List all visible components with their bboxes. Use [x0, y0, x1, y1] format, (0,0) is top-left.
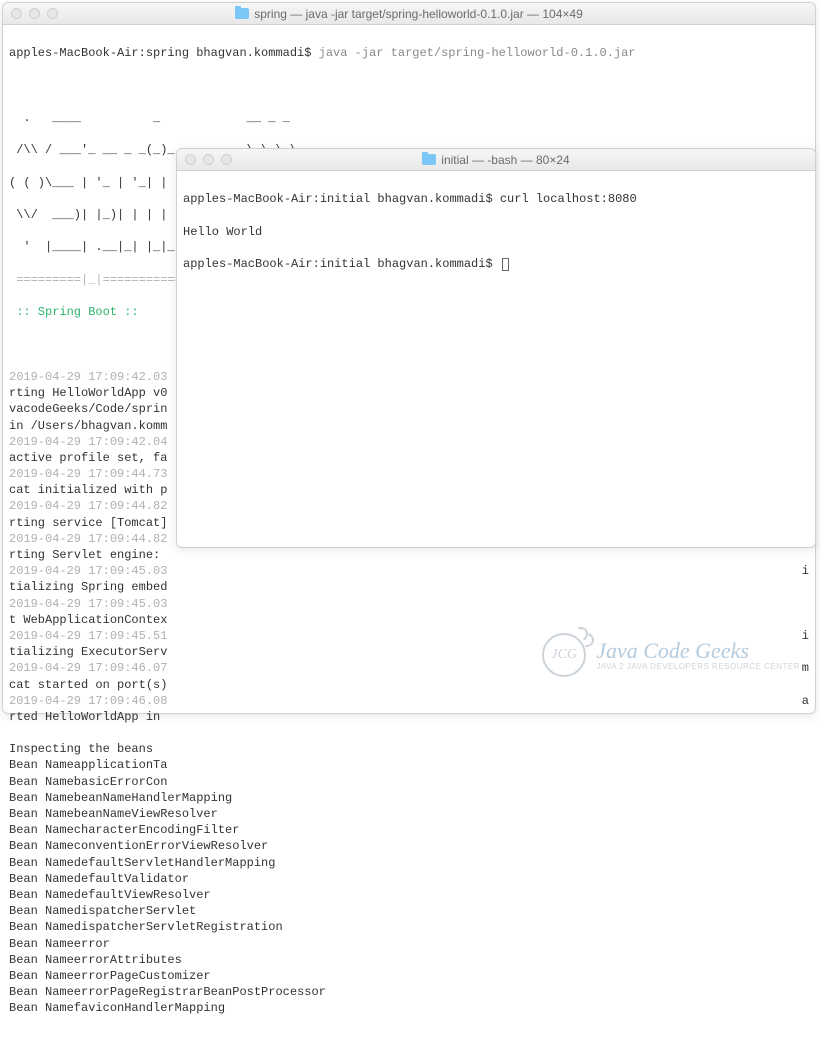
- watermark-logo: JCG Java Code Geeks JAVA 2 JAVA DEVELOPE…: [542, 633, 800, 677]
- fg-line: apples-MacBook-Air:initial bhagvan.komma…: [183, 191, 809, 207]
- zoom-icon[interactable]: [47, 8, 58, 19]
- log-line: 2019-04-29 17:09:45.03i: [9, 563, 809, 579]
- bean-line: Bean NameerrorPageCustomizer: [9, 968, 809, 984]
- bean-line: Bean NamebeanNameViewResolver: [9, 806, 809, 822]
- bean-line: Bean NamedefaultServletHandlerMapping: [9, 855, 809, 871]
- bean-line: Bean NamecharacterEncodingFilter: [9, 822, 809, 838]
- log-line: cat started on port(s): [9, 677, 809, 693]
- fg-line: Hello World: [183, 224, 809, 240]
- fg-titlebar[interactable]: initial — -bash — 80×24: [177, 149, 815, 171]
- bean-line: Bean NameerrorPageRegistrarBeanPostProce…: [9, 984, 809, 1000]
- bean-line: Bean NameconventionErrorViewResolver: [9, 838, 809, 854]
- bean-line: Bean NamefaviconHandlerMapping: [9, 1000, 809, 1016]
- minimize-icon[interactable]: [203, 154, 214, 165]
- folder-icon: [422, 154, 436, 165]
- log-line: 2019-04-29 17:09:45.03: [9, 596, 809, 612]
- bean-line: Bean NamedefaultValidator: [9, 871, 809, 887]
- watermark-sub: JAVA 2 JAVA DEVELOPERS RESOURCE CENTER: [596, 662, 800, 671]
- bg-command: java -jar target/spring-helloworld-0.1.0…: [319, 46, 636, 60]
- bean-line: Bean NamedefaultViewResolver: [9, 887, 809, 903]
- bg-titlebar[interactable]: spring — java -jar target/spring-hellowo…: [3, 3, 815, 25]
- bean-line: Bean NameerrorAttributes: [9, 952, 809, 968]
- close-icon[interactable]: [11, 8, 22, 19]
- fg-title-text: initial — -bash — 80×24: [441, 153, 569, 167]
- bean-line: Bean NamedispatcherServletRegistration: [9, 919, 809, 935]
- bean-line: Bean NamedispatcherServlet: [9, 903, 809, 919]
- cursor-icon: [502, 258, 509, 271]
- zoom-icon[interactable]: [221, 154, 232, 165]
- bean-line: Bean NamebeanNameHandlerMapping: [9, 790, 809, 806]
- foreground-terminal-window: initial — -bash — 80×24 apples-MacBook-A…: [176, 148, 816, 548]
- watermark-initials: JCG: [551, 647, 577, 663]
- bean-line: Inspecting the beans: [9, 741, 809, 757]
- fg-title: initial — -bash — 80×24: [177, 153, 815, 167]
- bean-line: Bean NameapplicationTa: [9, 757, 809, 773]
- fg-terminal-body[interactable]: apples-MacBook-Air:initial bhagvan.komma…: [177, 171, 815, 309]
- bean-line: Bean NamebasicErrorCon: [9, 774, 809, 790]
- fg-prompt: apples-MacBook-Air:initial bhagvan.komma…: [183, 257, 500, 271]
- log-line: t WebApplicationContex: [9, 612, 809, 628]
- bg-title: spring — java -jar target/spring-hellowo…: [3, 7, 815, 21]
- fg-traffic-lights: [185, 154, 232, 165]
- log-line: rting Servlet engine:: [9, 547, 809, 563]
- spring-boot-label: :: Spring Boot ::: [9, 305, 139, 319]
- bg-title-text: spring — java -jar target/spring-hellowo…: [254, 7, 583, 21]
- watermark-badge-icon: JCG: [542, 633, 586, 677]
- watermark-main: Java Code Geeks: [596, 640, 800, 662]
- ascii-line: . ____ _ __ _ _: [9, 110, 809, 126]
- close-icon[interactable]: [185, 154, 196, 165]
- bg-prompt: apples-MacBook-Air:spring bhagvan.kommad…: [9, 46, 319, 60]
- log-line: 2019-04-29 17:09:46.08a: [9, 693, 809, 709]
- bg-traffic-lights: [11, 8, 58, 19]
- minimize-icon[interactable]: [29, 8, 40, 19]
- log-line: tializing Spring embed: [9, 579, 809, 595]
- bean-line: Bean Nameerror: [9, 936, 809, 952]
- folder-icon: [235, 8, 249, 19]
